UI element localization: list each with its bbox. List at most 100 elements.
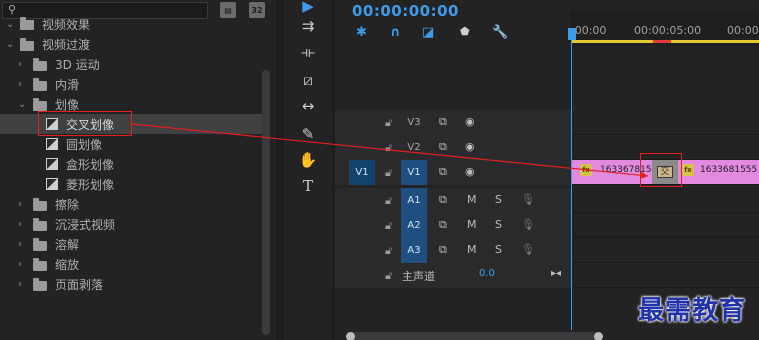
video-clip[interactable]: fx 1633681555	[678, 160, 759, 184]
source-patch-v1[interactable]: V1	[349, 160, 375, 185]
sync-lock-icon[interactable]: ⧉	[439, 165, 447, 179]
tree-item-label: 溶解	[55, 237, 80, 252]
microphone-icon[interactable]: 🎙︎	[521, 243, 535, 256]
folder-icon	[33, 58, 47, 71]
tree-item-label: 视频效果	[42, 17, 91, 32]
track-header: 🔓︎ V3 ⧉ ◉	[335, 110, 571, 135]
track-label[interactable]: V3	[401, 110, 427, 135]
eye-icon[interactable]: ◉	[465, 115, 475, 128]
tree-item-zoom[interactable]: › 缩放	[0, 254, 262, 274]
tree-item-cross-iris[interactable]: 交叉划像	[0, 114, 262, 134]
lock-icon[interactable]: 🔓︎	[385, 194, 392, 208]
track-header: 🔓︎ V2 ⧉ ◉	[335, 135, 571, 160]
tools-panel: ▶ ⇉ ⟛ ⧄ ↔ ✎ ✋ T	[284, 0, 332, 340]
tree-item-3d-motion[interactable]: › 3D 运动	[0, 54, 262, 74]
folder-icon	[33, 218, 47, 231]
slip-tool-icon[interactable]: ↔	[296, 96, 320, 116]
effects-panel: ⚲ ▤ 32 ⌄ 视频效果 ⌄ 视频过渡 › 3D 运动 › 内滑 ⌄ 划像 交…	[0, 0, 276, 340]
track-label[interactable]: V2	[401, 135, 427, 160]
track-label[interactable]: A3	[401, 238, 427, 263]
track-a3[interactable]: 🔓︎ A3 ⧉ M S 🎙︎	[335, 238, 759, 263]
track-v2[interactable]: 🔓︎ V2 ⧉ ◉	[335, 135, 759, 160]
track-a2[interactable]: 🔓︎ A2 ⧉ M S 🎙︎	[335, 213, 759, 238]
ripple-edit-tool-icon[interactable]: ⟛	[296, 42, 320, 62]
watermark: 最需教育	[638, 296, 747, 326]
sync-lock-icon[interactable]: ⧉	[439, 218, 447, 232]
lock-icon[interactable]: 🔓︎	[385, 219, 392, 233]
transition-clip-cross-iris[interactable]: 交	[652, 160, 678, 184]
marker-icon[interactable]: ⬟	[460, 25, 470, 38]
chevron-right-icon: ›	[18, 238, 22, 250]
chevron-down-icon: ⌄	[6, 38, 15, 50]
track-a1[interactable]: 🔓︎ A1 ⧉ M S 🎙︎	[335, 188, 759, 213]
selection-tool-icon[interactable]: ▶	[296, 0, 320, 16]
playhead-line[interactable]	[571, 28, 572, 330]
effects-scrollbar[interactable]	[262, 70, 270, 335]
playhead-handle[interactable]	[568, 28, 576, 40]
microphone-icon[interactable]: 🎙︎	[521, 218, 535, 231]
tree-item-iris[interactable]: ⌄ 划像	[0, 94, 262, 114]
eye-icon[interactable]: ◉	[465, 165, 475, 178]
chevron-right-icon: ›	[18, 58, 22, 70]
track-select-tool-icon[interactable]: ⇉	[296, 16, 320, 36]
tree-item-iris-diamond[interactable]: 菱形划像	[0, 174, 262, 194]
tree-item-label: 视频过渡	[42, 37, 91, 52]
eye-icon[interactable]: ◉	[465, 140, 475, 153]
tree-item-video-effects[interactable]: ⌄ 视频效果	[0, 14, 262, 34]
timecode-display[interactable]: 00:00:00:00	[352, 2, 459, 20]
scroll-knob-right[interactable]	[594, 332, 603, 340]
timeline-horizontal-scrollbar[interactable]	[348, 332, 600, 340]
folder-icon	[20, 17, 34, 30]
solo-button[interactable]: S	[495, 193, 502, 206]
linked-selection-icon[interactable]: ◪	[422, 25, 434, 40]
transition-icon	[46, 138, 58, 150]
chevron-down-icon: ⌄	[6, 18, 15, 30]
master-volume-value[interactable]: 0.0	[479, 268, 495, 279]
snap-icon[interactable]: ∩	[390, 25, 401, 40]
razor-tool-icon[interactable]: ⧄	[296, 70, 320, 90]
tree-item-iris-round[interactable]: 圆划像	[0, 134, 262, 154]
chevron-right-icon: ›	[18, 78, 22, 90]
nest-icon[interactable]: ✱	[356, 25, 367, 40]
mute-button[interactable]: M	[467, 243, 477, 256]
tree-item-immersive-video[interactable]: › 沉浸式视频	[0, 214, 262, 234]
lock-icon[interactable]: 🔓︎	[385, 244, 392, 258]
mute-button[interactable]: M	[467, 218, 477, 231]
type-tool-icon[interactable]: T	[296, 176, 320, 196]
tree-item-page-peel[interactable]: › 页面剥落	[0, 274, 262, 294]
hand-tool-icon[interactable]: ✋	[296, 150, 320, 170]
chevron-down-icon: ⌄	[18, 98, 27, 110]
sync-lock-icon[interactable]: ⧉	[439, 140, 447, 154]
scroll-knob-left[interactable]	[346, 332, 355, 340]
track-label[interactable]: V1	[401, 160, 427, 185]
pen-tool-icon[interactable]: ✎	[296, 124, 320, 144]
sync-lock-icon[interactable]: ⧉	[439, 193, 447, 207]
folder-icon	[20, 38, 34, 51]
tree-item-wipe[interactable]: › 擦除	[0, 194, 262, 214]
solo-button[interactable]: S	[495, 243, 502, 256]
master-track-label: 主声道	[402, 270, 435, 283]
mute-button[interactable]: M	[467, 193, 477, 206]
tree-item-dissolve[interactable]: › 溶解	[0, 234, 262, 254]
fx-badge-icon: fx	[682, 164, 694, 176]
go-to-end-icon[interactable]: ▸◂	[551, 268, 561, 279]
track-header: 🔓︎ 主声道 0.0 ▸◂	[335, 263, 571, 288]
lock-icon[interactable]: 🔓︎	[385, 141, 392, 155]
track-master[interactable]: 🔓︎ 主声道 0.0 ▸◂	[335, 263, 759, 288]
transition-marker: 交	[657, 166, 673, 178]
video-clip[interactable]: fx 1633678155	[572, 160, 657, 184]
tree-item-video-transitions[interactable]: ⌄ 视频过渡	[0, 34, 262, 54]
track-v3[interactable]: 🔓︎ V3 ⧉ ◉	[335, 110, 759, 135]
sync-lock-icon[interactable]: ⧉	[439, 115, 447, 129]
track-label[interactable]: A1	[401, 188, 427, 213]
lock-icon[interactable]: 🔓︎	[385, 166, 392, 180]
sync-lock-icon[interactable]: ⧉	[439, 243, 447, 257]
lock-icon[interactable]: 🔓︎	[385, 269, 392, 283]
solo-button[interactable]: S	[495, 218, 502, 231]
tree-item-iris-box[interactable]: 盒形划像	[0, 154, 262, 174]
microphone-icon[interactable]: 🎙︎	[521, 193, 535, 206]
tree-item-slide[interactable]: › 内滑	[0, 74, 262, 94]
track-label[interactable]: A2	[401, 213, 427, 238]
lock-icon[interactable]: 🔓︎	[385, 116, 392, 130]
wrench-icon[interactable]: 🔧	[492, 25, 508, 40]
